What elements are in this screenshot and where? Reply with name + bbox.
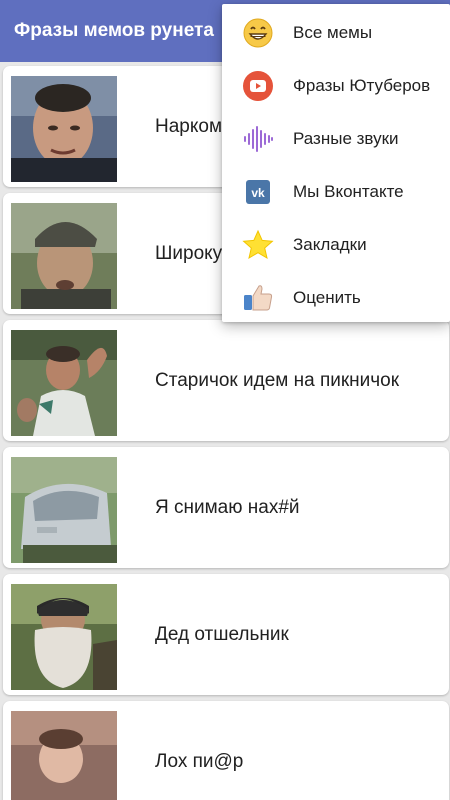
- car-photo: [11, 457, 117, 563]
- app-title: Фразы мемов рунета: [14, 20, 214, 41]
- menu-item-rate[interactable]: Оценить: [222, 271, 450, 324]
- man-outdoors-photo: [11, 330, 117, 436]
- menu-item-label: Мы Вконтакте: [293, 181, 404, 201]
- sound-wave-icon: [242, 123, 274, 155]
- menu-item-label: Все мемы: [293, 22, 373, 42]
- menu-item-bookmarks[interactable]: Закладки: [222, 218, 450, 271]
- meme-card-3[interactable]: Старичок идем на пикничок: [3, 320, 449, 441]
- man-face-photo: [11, 76, 117, 182]
- menu-item-label: Разные звуки: [293, 128, 399, 148]
- youtube-icon: [242, 70, 274, 102]
- menu-item-all-memes[interactable]: Все мемы: [222, 6, 450, 59]
- meme-title: Я снимаю нах#й: [155, 496, 300, 518]
- menu-item-sounds[interactable]: Разные звуки: [222, 112, 450, 165]
- meme-title: Дед отшельник: [155, 623, 289, 645]
- star-icon: [242, 229, 274, 261]
- menu-item-label: Оценить: [293, 287, 361, 307]
- svg-text:vk: vk: [251, 186, 265, 200]
- meme-card-4[interactable]: Я снимаю нах#й: [3, 447, 449, 568]
- grinning-face-icon: [242, 17, 274, 49]
- meme-card-5[interactable]: Дед отшельник: [3, 574, 449, 695]
- meme-title: Лох пи@р: [155, 750, 244, 772]
- menu-item-vk[interactable]: vk Мы Вконтакте: [222, 165, 450, 218]
- thumbs-up-icon: [242, 282, 274, 314]
- meme-title: Старичок идем на пикничок: [155, 369, 400, 391]
- menu-item-label: Фразы Ютуберов: [293, 75, 431, 95]
- vk-icon: vk: [242, 176, 274, 208]
- old-man-cap-photo: [11, 203, 117, 309]
- meme-card-6[interactable]: Лох пи@р: [3, 701, 449, 800]
- overflow-menu: Все мемы Фразы Ютуберов Разные звуки vk …: [222, 4, 450, 322]
- boy-photo: [11, 711, 117, 800]
- menu-item-youtubers[interactable]: Фразы Ютуберов: [222, 59, 450, 112]
- menu-item-label: Закладки: [293, 234, 367, 254]
- bearded-old-man-photo: [11, 584, 117, 690]
